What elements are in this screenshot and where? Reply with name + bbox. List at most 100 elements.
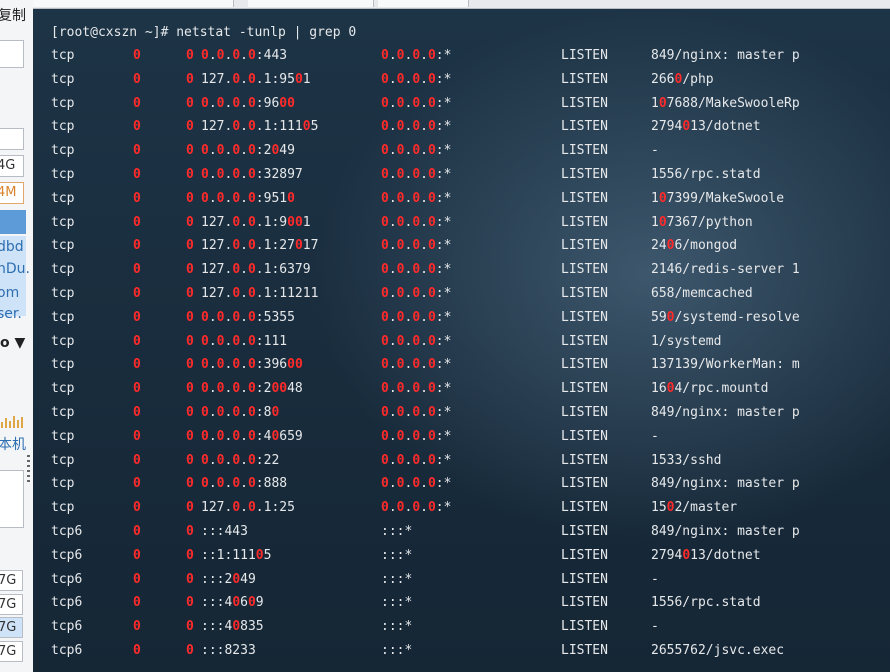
tab-strip	[33, 0, 890, 9]
send-q-cell: 0	[186, 643, 194, 658]
selected-row[interactable]	[0, 210, 26, 234]
dropdown-toggle[interactable]: o ▼	[0, 332, 25, 354]
foreign-address-cell: 0.0.0.0:*	[381, 333, 452, 349]
foreign-address-cell: 0.0.0.0:*	[381, 190, 452, 206]
recv-q-cell: 0	[133, 238, 141, 254]
proto-cell: tcp	[51, 119, 75, 135]
panel-input[interactable]	[0, 40, 24, 68]
recv-q-cell: 0	[133, 405, 141, 420]
local-address-cell: 127.0.0.1:25	[201, 500, 295, 516]
pid-program-cell: 1502/master	[651, 500, 738, 516]
foreign-address-cell: 0.0.0.0:*	[381, 357, 452, 373]
netstat-row: tcp 0 0 0.0.0.0:2049 0.0.0.0:* LISTEN -	[33, 141, 890, 161]
send-q-cell: 0	[186, 95, 194, 111]
foreign-address-cell: 0.0.0.0:*	[381, 476, 452, 492]
recv-q-cell: 0	[133, 357, 141, 373]
foreign-address-cell: :::*	[381, 643, 413, 658]
proto-cell: tcp6	[51, 619, 83, 635]
state-cell: LISTEN	[561, 95, 608, 111]
copy-label[interactable]: 复制	[0, 5, 26, 27]
netstat-row: tcp6 0 0:::8233:::* LISTEN 2655762/jsvc.exec	[33, 641, 890, 661]
local-address-cell: :::40835	[201, 619, 264, 635]
local-address-cell: 127.0.0.1:9501	[201, 71, 311, 87]
pid-program-cell: 1/systemd	[651, 333, 722, 349]
send-q-cell: 0	[186, 619, 194, 635]
proto-cell: tcp	[51, 48, 75, 63]
send-q-cell: 0	[186, 48, 194, 63]
value-cell: 7G	[0, 594, 23, 615]
local-address-cell: 0.0.0.0:32897	[201, 167, 303, 182]
recv-q-cell: 0	[133, 571, 141, 587]
recv-q-cell: 0	[133, 547, 141, 563]
pid-program-cell: 107367/python	[651, 214, 753, 230]
proto-cell: tcp	[51, 143, 75, 159]
size-field[interactable]: 4G	[0, 155, 24, 177]
send-q-cell: 0	[186, 119, 194, 135]
list-item[interactable]: nDu.	[0, 258, 30, 280]
foreign-address-cell: :::*	[381, 595, 413, 611]
send-q-cell: 0	[186, 405, 194, 420]
state-cell: LISTEN	[561, 309, 608, 325]
tab[interactable]	[248, 0, 374, 7]
panel-field[interactable]	[0, 128, 24, 150]
tab[interactable]	[33, 0, 234, 7]
local-address-cell: 0.0.0.0:80	[201, 405, 280, 420]
local-address-cell: 0.0.0.0:443	[201, 48, 288, 63]
value-cell-selected[interactable]: 7G	[0, 617, 23, 638]
state-cell: LISTEN	[561, 48, 608, 63]
recv-q-cell: 0	[133, 214, 141, 230]
tab[interactable]	[378, 0, 469, 7]
foreign-address-cell: 0.0.0.0:*	[381, 381, 452, 397]
value-cell: 7G	[0, 570, 23, 591]
local-address-cell: 0.0.0.0:5355	[201, 309, 295, 325]
netstat-row: tcp 0 0 0.0.0.0:5355 0.0.0.0:* LISTEN 590/syst…	[33, 308, 890, 328]
send-q-cell: 0	[186, 71, 194, 87]
splitter-handle[interactable]	[27, 455, 30, 483]
netstat-row: tcp6 0 0:::443:::* LISTEN 849/nginx: master …	[33, 522, 890, 542]
proto-cell: tcp6	[51, 524, 83, 539]
pid-program-cell: 1556/rpc.statd	[651, 595, 761, 611]
recv-q-cell: 0	[133, 381, 141, 397]
recv-q-cell: 0	[133, 309, 141, 325]
recv-q-cell: 0	[133, 286, 141, 301]
send-q-cell: 0	[186, 309, 194, 325]
size-field-highlighted[interactable]: 4M	[0, 182, 24, 204]
send-q-cell: 0	[186, 571, 194, 587]
recv-q-cell: 0	[133, 190, 141, 206]
foreign-address-cell: 0.0.0.0:*	[381, 309, 452, 325]
proto-cell: tcp6	[51, 547, 83, 563]
local-address-cell: 127.0.0.1:11211	[201, 286, 319, 301]
state-cell: LISTEN	[561, 405, 608, 420]
pid-program-cell: 849/nginx: master p	[651, 405, 800, 420]
proto-cell: tcp	[51, 452, 75, 468]
local-machine-label[interactable]: 本机	[0, 434, 26, 456]
netstat-row: tcp6 0 0:::40609:::* LISTEN 1556/rpc.statd	[33, 593, 890, 613]
proto-cell: tcp	[51, 333, 75, 349]
send-q-cell: 0	[186, 262, 194, 278]
proto-cell: tcp	[51, 500, 75, 516]
recv-q-cell: 0	[133, 95, 141, 111]
proto-cell: tcp6	[51, 643, 83, 658]
foreign-address-cell: :::*	[381, 547, 413, 563]
proto-cell: tcp	[51, 190, 75, 206]
list-item[interactable]: om	[0, 282, 19, 304]
local-address-cell: 127.0.0.1:9001	[201, 214, 311, 230]
local-address-cell: 0.0.0.0:9600	[201, 95, 295, 111]
foreign-address-cell: 0.0.0.0:*	[381, 428, 452, 444]
terminal-window[interactable]: [root@cxszn ~]# netstat -tunlp | grep 0 …	[33, 9, 890, 672]
netstat-row: tcp 0 0 0.0.0.0:9510 0.0.0.0:* LISTEN 107399/M…	[33, 189, 890, 209]
local-address-cell: 127.0.0.1:27017	[201, 238, 319, 254]
list-item[interactable]: dbd	[0, 236, 24, 258]
send-q-cell: 0	[186, 143, 194, 159]
pid-program-cell: 849/nginx: master p	[651, 476, 800, 492]
state-cell: LISTEN	[561, 595, 608, 611]
recv-q-cell: 0	[133, 476, 141, 492]
netstat-row: tcp 0 0 127.0.0.1:6379 0.0.0.0:* LISTEN 2146/r…	[33, 260, 890, 280]
foreign-address-cell: 0.0.0.0:*	[381, 214, 452, 230]
foreign-address-cell: :::*	[381, 524, 413, 539]
local-address-cell: 127.0.0.1:11105	[201, 119, 319, 135]
proto-cell: tcp	[51, 286, 75, 301]
recv-q-cell: 0	[133, 452, 141, 468]
state-cell: LISTEN	[561, 262, 608, 278]
list-item[interactable]: ser.	[0, 303, 22, 325]
